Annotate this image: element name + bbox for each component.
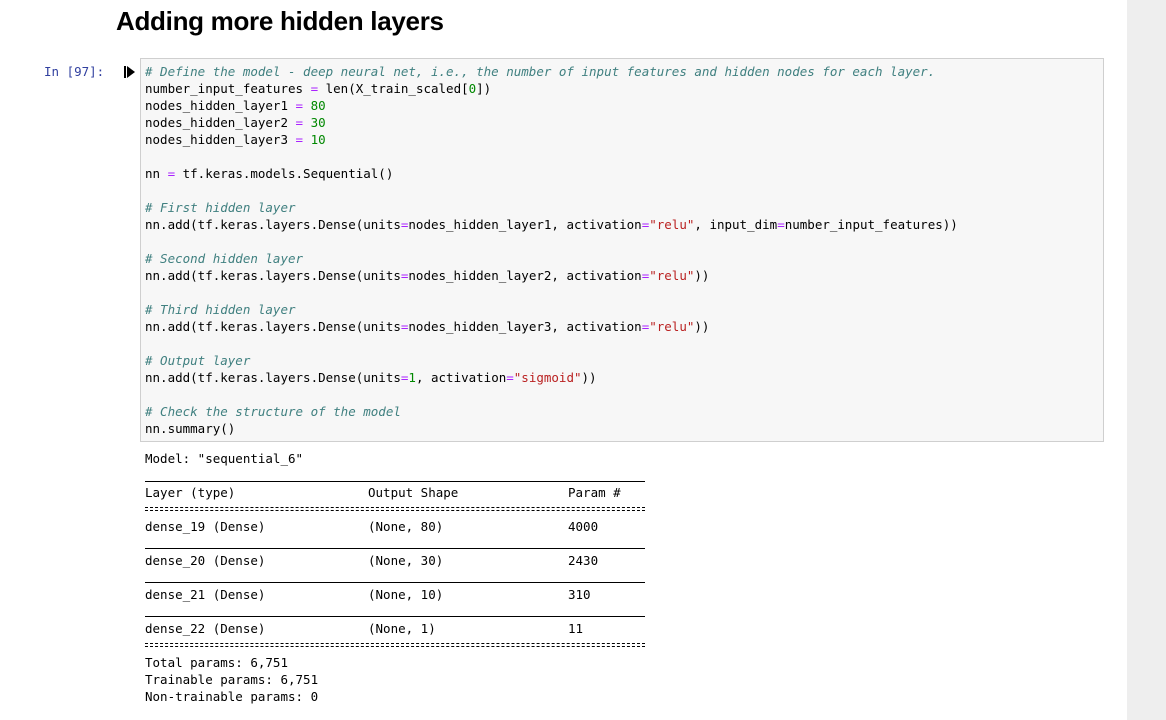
code-line-12: # Second hidden layer xyxy=(145,250,303,267)
code-line-18: # Output layer xyxy=(145,352,250,369)
table-row-layer: dense_20 (Dense) xyxy=(145,553,266,568)
code-operator: = xyxy=(295,115,304,130)
code-line-15: # Third hidden layer xyxy=(145,301,296,318)
footer-double-rule xyxy=(145,643,645,647)
code-line-7: nn = tf.keras.models.Sequential() xyxy=(145,165,393,182)
code-string: "relu" xyxy=(649,319,695,334)
section-heading: Adding more hidden layers xyxy=(116,6,444,36)
code-text: number_input_features xyxy=(145,81,311,96)
code-number: 10 xyxy=(310,132,326,147)
code-comment: # Third hidden layer xyxy=(145,302,296,317)
code-text: nodes_hidden_layer1, activation xyxy=(408,217,642,232)
code-text: , input_dim xyxy=(694,217,778,232)
table-top-rule xyxy=(145,481,645,482)
code-comment: # Second hidden layer xyxy=(145,251,304,266)
table-row-shape: (None, 80) xyxy=(368,519,444,534)
code-string: "sigmoid" xyxy=(513,370,582,385)
code-text: nn xyxy=(145,166,168,181)
table-row-shape: (None, 10) xyxy=(368,587,444,602)
code-comment: # Check the structure of the model xyxy=(145,404,401,419)
vertical-scrollbar[interactable] xyxy=(1127,0,1166,720)
code-text: nodes_hidden_layer3, activation xyxy=(408,319,642,334)
code-line-2: number_input_features = len(X_train_scal… xyxy=(145,80,491,97)
total-params: Total params: 6,751 xyxy=(145,655,288,670)
code-text: nn.add(tf.keras.layers.Dense(units xyxy=(145,370,401,385)
code-operator: = xyxy=(310,81,319,96)
code-text: nodes_hidden_layer1 xyxy=(145,98,296,113)
table-row-params: 11 xyxy=(568,621,584,636)
code-text: )) xyxy=(694,319,710,334)
code-text: nodes_hidden_layer2, activation xyxy=(408,268,642,283)
code-text: nn.add(tf.keras.layers.Dense(units xyxy=(145,217,401,232)
table-row-layer: dense_22 (Dense) xyxy=(145,621,266,636)
table-row-layer: dense_19 (Dense) xyxy=(145,519,266,534)
header-output-shape: Output Shape xyxy=(368,485,459,500)
code-operator: = xyxy=(167,166,176,181)
code-comment: # First hidden layer xyxy=(145,200,296,215)
code-text: nn.summary() xyxy=(145,421,236,436)
code-comment: # Output layer xyxy=(145,353,251,368)
header-double-rule xyxy=(145,507,645,511)
cell-prompt: In [97]: xyxy=(44,64,105,79)
step-cursor-icon[interactable] xyxy=(124,66,135,78)
code-line-13: nn.add(tf.keras.layers.Dense(units=nodes… xyxy=(145,267,709,284)
code-number: 30 xyxy=(310,115,326,130)
code-text: nodes_hidden_layer3 xyxy=(145,132,296,147)
table-row-shape: (None, 1) xyxy=(368,621,436,636)
header-param-count: Param # xyxy=(568,485,621,500)
code-line-10: nn.add(tf.keras.layers.Dense(units = nodes… xyxy=(145,216,958,233)
code-text: , activation xyxy=(415,370,507,385)
code-line-21: # Check the structure of the model xyxy=(145,403,401,420)
code-text: nn.add(tf.keras.layers.Dense(units xyxy=(145,268,401,283)
code-line-1: # Define the model - deep neural net, i.… xyxy=(145,63,935,80)
code-line-3: nodes_hidden_layer1 = 80 xyxy=(145,97,326,114)
code-string: "relu" xyxy=(649,217,695,232)
code-string: "relu" xyxy=(649,268,695,283)
code-line-9: # First hidden layer xyxy=(145,199,296,216)
code-text: number_input_features)) xyxy=(784,217,958,232)
code-line-19: nn.add(tf.keras.layers.Dense(units = 1, ac… xyxy=(145,369,597,386)
code-operator: = xyxy=(777,217,785,232)
code-line-5: nodes_hidden_layer3 = 10 xyxy=(145,131,326,148)
code-text: ]) xyxy=(476,81,492,96)
code-text: )) xyxy=(694,268,710,283)
code-text: nn.add(tf.keras.layers.Dense(units xyxy=(145,319,401,334)
code-operator: = xyxy=(506,370,514,385)
code-operator: = xyxy=(295,98,304,113)
table-row-params: 310 xyxy=(568,587,591,602)
code-number: 1 xyxy=(408,370,416,385)
row-rule xyxy=(145,616,645,617)
code-text: nodes_hidden_layer2 xyxy=(145,115,296,130)
header-layer-type: Layer (type) xyxy=(145,485,236,500)
code-text: )) xyxy=(581,370,597,385)
code-text: tf.keras.models.Sequential() xyxy=(175,166,394,181)
code-comment: # Define the model - deep neural net, i.… xyxy=(145,64,936,79)
trainable-params: Trainable params: 6,751 xyxy=(145,672,319,687)
row-rule xyxy=(145,548,645,549)
code-text: len(X_train_scaled[ xyxy=(318,81,469,96)
non-trainable-params: Non-trainable params: 0 xyxy=(145,689,319,704)
code-number: 80 xyxy=(310,98,326,113)
table-row-layer: dense_21 (Dense) xyxy=(145,587,266,602)
code-line-22: nn.summary() xyxy=(145,420,235,437)
table-row-params: 4000 xyxy=(568,519,599,534)
row-rule xyxy=(145,582,645,583)
code-line-4: nodes_hidden_layer2 = 30 xyxy=(145,114,326,131)
table-row-params: 2430 xyxy=(568,553,599,568)
code-operator: = xyxy=(295,132,304,147)
code-line-16: nn.add(tf.keras.layers.Dense(units=nodes… xyxy=(145,318,709,335)
model-name-line: Model: "sequential_6" xyxy=(145,451,304,466)
table-row-shape: (None, 30) xyxy=(368,553,444,568)
